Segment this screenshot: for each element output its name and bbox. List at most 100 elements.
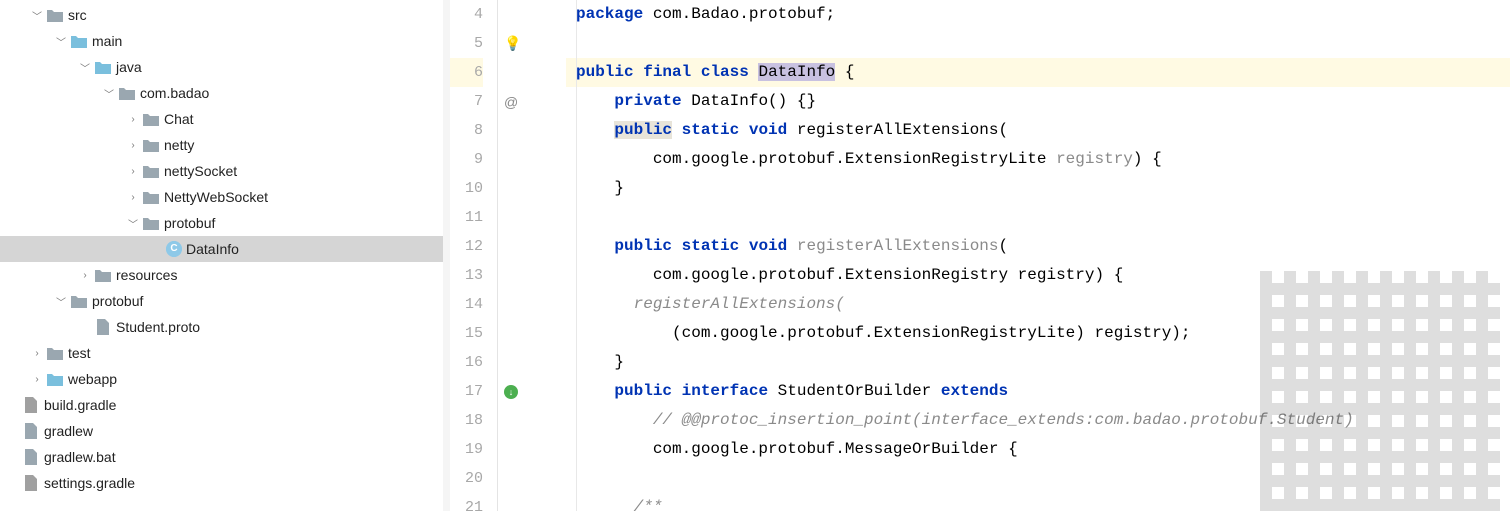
line-number: 7 [450,87,483,116]
tree-item-java[interactable]: ﹀ java [0,54,443,80]
tree-item-webapp[interactable]: › webapp [0,366,443,392]
tree-item-label: test [68,345,91,361]
tree-item-label: Chat [164,111,194,127]
code-line[interactable]: } [566,174,1510,203]
gradle-file-icon [22,474,40,492]
tree-item-student-proto[interactable]: Student.proto [0,314,443,340]
tree-item-protobuf[interactable]: ﹀ protobuf [0,288,443,314]
tree-item-nettywebsocket[interactable]: ›NettyWebSocket [0,184,443,210]
tree-item-resources[interactable]: ›resources [0,262,443,288]
tree-item-main[interactable]: ﹀main [0,28,443,54]
blue-folder-icon [46,370,64,388]
code-line[interactable]: public static void registerAllExtensions… [566,116,1510,145]
tree-item-nettysocket[interactable]: ›nettySocket [0,158,443,184]
line-number: 4 [450,0,483,29]
generic-file-icon [22,422,40,440]
gutter-icon-row [498,116,566,145]
chevron-down-icon[interactable]: ﹀ [100,86,118,101]
tree-item-chat[interactable]: › Chat [0,106,443,132]
gutter-icon-row [498,319,566,348]
code-line[interactable] [566,464,1510,493]
chevron-down-icon[interactable]: ﹀ [28,8,46,23]
gutter-icon-row: @ [498,87,566,116]
gutter-icon-row [498,145,566,174]
code-line[interactable] [566,203,1510,232]
code-line[interactable]: // @@protoc_insertion_point(interface_ex… [566,406,1510,435]
tree-item-src[interactable]: ﹀ src [0,2,443,28]
code-line[interactable]: (com.google.protobuf.ExtensionRegistryLi… [566,319,1510,348]
lightbulb-icon[interactable]: 💡 [504,35,521,52]
pkg-folder-icon [118,84,136,102]
tree-item-datainfo[interactable]: CDataInfo [0,236,443,262]
chevron-right-icon[interactable]: › [76,270,94,281]
chevron-right-icon[interactable]: › [28,348,46,359]
generic-file-icon [22,448,40,466]
tree-item-com-badao[interactable]: ﹀com.badao [0,80,443,106]
tree-item-label: gradlew [44,423,93,439]
chevron-right-icon[interactable]: › [124,140,142,151]
line-number: 6 [450,58,483,87]
line-number: 11 [450,203,483,232]
tree-item-label: webapp [68,371,117,387]
line-number: 10 [450,174,483,203]
line-number: 16 [450,348,483,377]
code-line[interactable]: com.google.protobuf.ExtensionRegistry re… [566,261,1510,290]
tree-item-netty[interactable]: › netty [0,132,443,158]
chevron-right-icon[interactable]: › [124,166,142,177]
ide-root: ﹀src﹀main﹀java﹀com.badao›Chat›netty›nett… [0,0,1510,511]
chevron-down-icon[interactable]: ﹀ [76,60,94,75]
code-line[interactable]: com.google.protobuf.MessageOrBuilder { [566,435,1510,464]
code-line[interactable]: /** [566,493,1510,522]
tree-scrollbar[interactable] [443,0,450,511]
line-number: 21 [450,493,483,522]
code-line[interactable]: private DataInfo() {} [566,87,1510,116]
chevron-right-icon[interactable]: › [124,114,142,125]
code-line[interactable]: } [566,348,1510,377]
line-number: 15 [450,319,483,348]
chevron-right-icon[interactable]: › [28,374,46,385]
tree-item-test[interactable]: › test [0,340,443,366]
blue-folder-icon [70,32,88,50]
override-icon[interactable]: @ [504,94,518,110]
code-line[interactable]: com.google.protobuf.ExtensionRegistryLit… [566,145,1510,174]
line-number: 20 [450,464,483,493]
project-tree[interactable]: ﹀src﹀main﹀java﹀com.badao›Chat›netty›nett… [0,0,443,511]
tree-item-build-gradle[interactable]: build.gradle [0,392,443,418]
chevron-down-icon[interactable]: ﹀ [124,216,142,231]
line-number: 9 [450,145,483,174]
tree-item-settings-gradle[interactable]: settings.gradle [0,470,443,496]
chevron-right-icon[interactable]: › [124,192,142,203]
code-area[interactable]: package com.Badao.protobuf; public final … [566,0,1510,511]
tree-item-gradlew-bat[interactable]: gradlew.bat [0,444,443,470]
code-line[interactable] [566,29,1510,58]
gutter-icon-row [498,435,566,464]
pkg-folder-icon [142,188,160,206]
tree-item-label: DataInfo [186,241,239,257]
code-editor[interactable]: 456789101112131415161718192021 💡@↓ packa… [450,0,1510,511]
line-number: 5 [450,29,483,58]
tree-item-protobuf[interactable]: ﹀protobuf [0,210,443,236]
gutter-icon-row [498,290,566,319]
code-line[interactable]: public interface StudentOrBuilder extend… [566,377,1510,406]
tree-item-label: src [68,7,87,23]
chevron-down-icon[interactable]: ﹀ [52,34,70,49]
code-line[interactable]: registerAllExtensions( [566,290,1510,319]
chevron-down-icon[interactable]: ﹀ [52,294,70,309]
tree-item-label: Student.proto [116,319,200,335]
pkg-folder-icon [142,214,160,232]
code-line[interactable]: package com.Badao.protobuf; [566,0,1510,29]
tree-item-gradlew[interactable]: gradlew [0,418,443,444]
code-line[interactable]: public final class DataInfo { [566,58,1510,87]
line-number: 19 [450,435,483,464]
code-line[interactable]: public static void registerAllExtensions… [566,232,1510,261]
tree-item-label: netty [164,137,194,153]
grey-folder-icon [46,344,64,362]
gutter-icon-row [498,493,566,522]
tree-item-label: protobuf [92,293,143,309]
tree-item-label: java [116,59,142,75]
gutter-icon-row: ↓ [498,377,566,406]
gutter-icon-row [498,174,566,203]
pkg-folder-icon [142,136,160,154]
gutter-icon-row: 💡 [498,29,566,58]
implement-icon[interactable]: ↓ [504,385,518,399]
